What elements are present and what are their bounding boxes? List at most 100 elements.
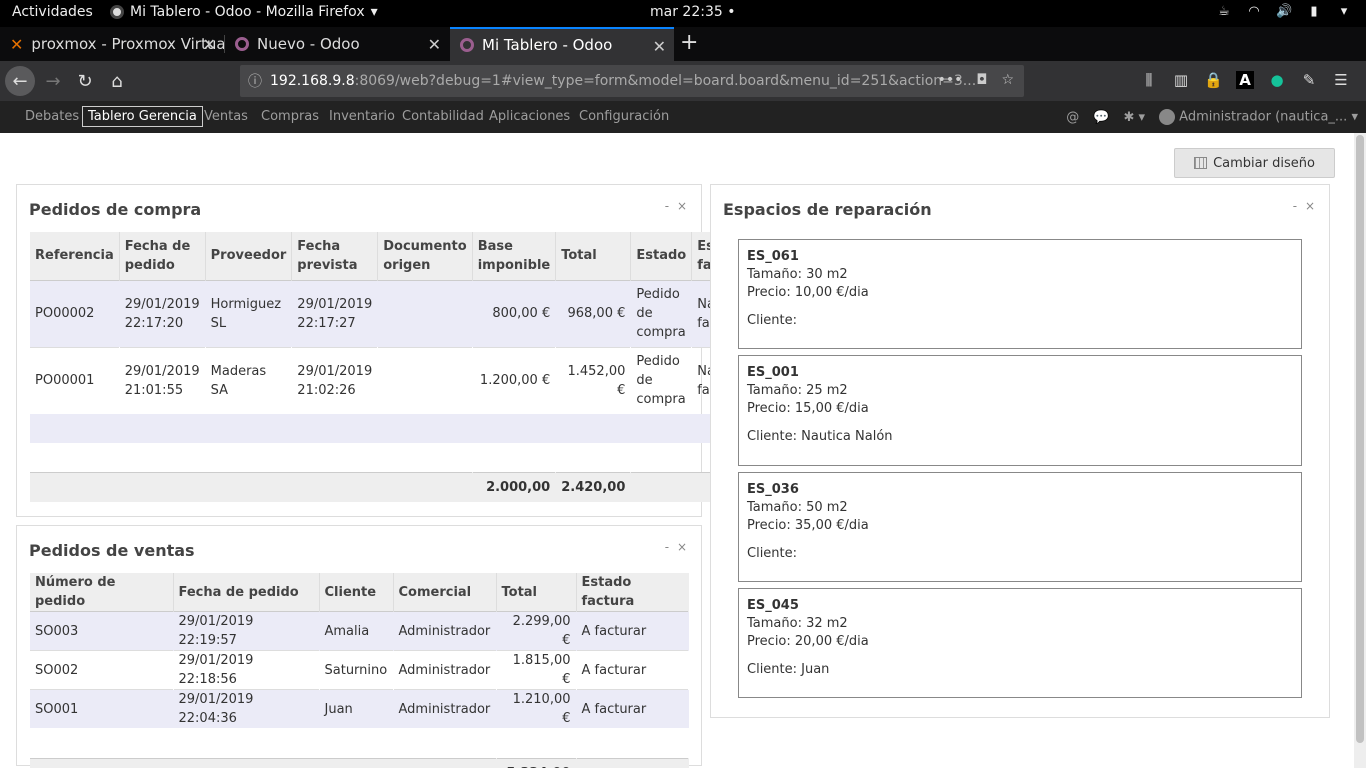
col-total[interactable]: Total [496, 573, 577, 612]
wifi-icon[interactable]: ◠ [1246, 4, 1262, 19]
bug-icon[interactable]: ✱ ▾ [1123, 110, 1145, 125]
chat-icon[interactable]: 💬 [1093, 110, 1109, 125]
mention-icon[interactable]: @ [1066, 110, 1079, 125]
card-size: Tamaño: 25 m2 [747, 383, 848, 398]
back-icon[interactable]: ← [5, 66, 35, 96]
forward-icon[interactable]: → [38, 66, 68, 96]
cell-numero-pedido: SO001 [30, 689, 173, 728]
kanban-card[interactable]: ES_036 Tamaño: 50 m2 Precio: 35,00 €/dia… [738, 472, 1302, 582]
panel-controls[interactable]: - × [1293, 199, 1317, 213]
menu-configuracion[interactable]: Configuración [579, 109, 669, 124]
col-estado-factura[interactable]: Estado factura [576, 573, 689, 612]
coffee-icon[interactable]: ☕ [1216, 4, 1232, 19]
chevron-down-icon[interactable]: ▾ [1336, 4, 1352, 19]
cell-fecha-pedido: 29/01/2019 22:17:20 [119, 280, 206, 347]
page-actions-icon[interactable]: ••• [938, 72, 963, 88]
hamburger-menu-icon[interactable]: ☰ [1332, 71, 1350, 89]
menu-contabilidad[interactable]: Contabilidad [402, 109, 484, 124]
col-documento-origen[interactable]: Documento origen [377, 232, 473, 280]
menu-compras[interactable]: Compras [261, 109, 319, 124]
activities-button[interactable]: Actividades [12, 4, 93, 20]
url-host: 192.168.9.8 [270, 73, 355, 89]
cell-referencia: PO00001 [35, 373, 95, 389]
library-icon[interactable]: ⫼ [1140, 71, 1158, 89]
bookmark-star-icon[interactable]: ☆ [1001, 72, 1014, 88]
tab-proxmox[interactable]: ✕ proxmox - Proxmox Virtua ✕ [0, 27, 224, 61]
change-layout-button[interactable]: Cambiar diseño [1174, 148, 1335, 178]
menu-aplicaciones[interactable]: Aplicaciones [489, 109, 570, 124]
close-icon[interactable]: ✕ [428, 35, 441, 54]
kanban-card[interactable]: ES_061 Tamaño: 30 m2 Precio: 10,00 €/dia… [738, 239, 1302, 349]
cell-numero-pedido: SO003 [30, 611, 173, 651]
col-cliente[interactable]: Cliente [319, 573, 394, 612]
table-row[interactable]: SO003 29/01/2019 22:19:57 Amalia Adminis… [30, 611, 689, 651]
odoo-main-menu: Debates Tablero Gerencia Ventas Compras … [0, 101, 1366, 133]
table-row[interactable]: PO00001 29/01/2019 21:01:55 Maderas SA 2… [30, 347, 786, 414]
panel-controls[interactable]: - × [665, 199, 689, 213]
col-referencia[interactable]: Referencia [30, 232, 120, 280]
home-icon[interactable]: ⌂ [102, 66, 132, 96]
sidebar-icon[interactable]: ▥ [1172, 71, 1190, 89]
col-fecha-pedido[interactable]: Fecha de pedido [119, 232, 206, 280]
system-tray[interactable]: ☕ ◠ 🔊 ▮ ▾ [1216, 4, 1352, 19]
battery-icon[interactable]: ▮ [1306, 4, 1322, 19]
table-row[interactable]: PO00002 29/01/2019 22:17:20 Hormiguez SL… [30, 280, 786, 347]
empty-row [30, 443, 785, 472]
tab-nuevo[interactable]: Nuevo - Odoo ✕ [225, 27, 449, 61]
col-estado[interactable]: Estado [630, 232, 693, 280]
table-row[interactable]: SO002 29/01/2019 22:18:56 Saturnino Admi… [30, 650, 689, 690]
extension-icon[interactable]: ✎ [1300, 71, 1318, 89]
card-code: ES_001 [747, 365, 799, 380]
font-extension-icon[interactable]: A [1236, 71, 1254, 89]
panel-title: Espacios de reparación [723, 200, 932, 219]
cell-comercial: Administrador [393, 611, 496, 651]
cell-estado: Pedido de compra [636, 354, 686, 408]
menu-ventas[interactable]: Ventas [204, 109, 248, 124]
cell-numero-pedido: SO002 [35, 662, 79, 678]
close-icon[interactable]: ✕ [203, 35, 216, 54]
card-price: Precio: 15,00 €/dia [747, 401, 869, 416]
close-icon[interactable]: ✕ [653, 37, 666, 56]
url-bar[interactable]: ⓘ 192.168.9.8 :8069/web?debug=1#view_typ… [240, 65, 1024, 97]
total-total: 2.420,00 [555, 472, 631, 502]
col-numero-pedido[interactable]: Número de pedido [30, 573, 174, 612]
app-menu[interactable]: Mi Tablero - Odoo - Mozilla Firefox ▾ [110, 4, 378, 20]
total-total: 5.324,00 [496, 758, 576, 768]
card-size: Tamaño: 50 m2 [747, 500, 848, 515]
new-tab-icon[interactable]: + [680, 30, 698, 55]
scrollbar-thumb[interactable] [1356, 135, 1364, 743]
tab-title: proxmox - Proxmox Virtua [31, 35, 224, 53]
col-total[interactable]: Total [555, 232, 632, 280]
app-title: Mi Tablero - Odoo - Mozilla Firefox [130, 4, 365, 20]
kanban-card[interactable]: ES_001 Tamaño: 25 m2 Precio: 15,00 €/dia… [738, 355, 1302, 466]
proxmox-icon: ✕ [10, 34, 24, 54]
menu-inventario[interactable]: Inventario [329, 109, 395, 124]
avatar [1159, 109, 1176, 125]
menu-debates[interactable]: Debates [25, 109, 79, 124]
menu-tablero-gerencia[interactable]: Tablero Gerencia [82, 106, 203, 127]
nav-bar: ← → ↻ ⌂ ⓘ 192.168.9.8 :8069/web?debug=1#… [0, 61, 1366, 101]
page-scrollbar[interactable] [1354, 133, 1366, 768]
lock-extension-icon[interactable]: 🔒 [1204, 71, 1223, 89]
col-proveedor[interactable]: Proveedor [205, 232, 293, 280]
grammarly-icon[interactable]: ● [1268, 71, 1286, 89]
pocket-icon[interactable]: ◘ [976, 72, 987, 88]
info-icon[interactable]: ⓘ [240, 71, 270, 91]
clock[interactable]: mar 22:35 • [650, 4, 736, 20]
odoo-icon [460, 38, 474, 52]
odoo-icon [235, 37, 249, 51]
card-code: ES_061 [747, 249, 799, 264]
col-base-imponible[interactable]: Base imponible [472, 232, 557, 280]
col-fecha-prevista[interactable]: Fecha prevista [291, 232, 379, 280]
cell-fecha-pedido: 29/01/2019 21:01:55 [124, 363, 200, 398]
kanban-card[interactable]: ES_045 Tamaño: 32 m2 Precio: 20,00 €/dia… [738, 588, 1302, 698]
table-row[interactable]: SO001 29/01/2019 22:04:36 Juan Administr… [30, 689, 689, 728]
panel-controls[interactable]: - × [665, 540, 689, 554]
col-comercial[interactable]: Comercial [393, 573, 497, 612]
reload-icon[interactable]: ↻ [70, 66, 100, 96]
user-menu[interactable]: Administrador (nautica_... ▾ [1159, 109, 1358, 125]
empty-row [30, 414, 786, 443]
col-fecha-pedido[interactable]: Fecha de pedido [173, 573, 320, 612]
volume-icon[interactable]: 🔊 [1276, 4, 1292, 19]
tab-mi-tablero[interactable]: Mi Tablero - Odoo ✕ [450, 27, 674, 61]
